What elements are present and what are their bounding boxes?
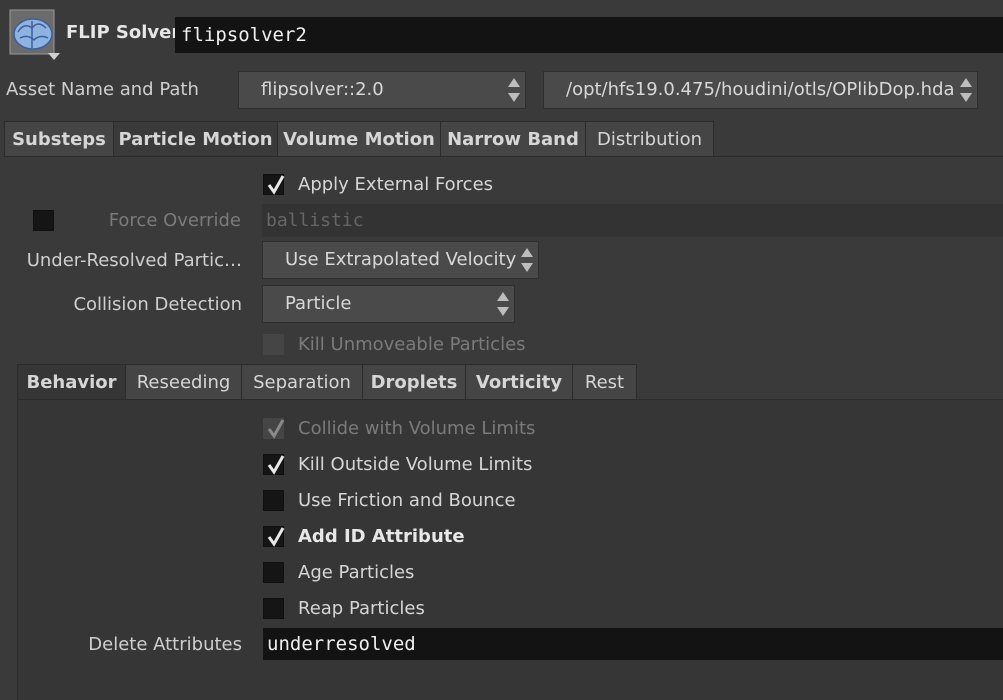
kill-outside-limits-label: Kill Outside Volume Limits [298, 454, 533, 475]
tab-vorticity[interactable]: Vorticity [465, 364, 573, 400]
tab-volume-motion[interactable]: Volume Motion [277, 121, 441, 157]
node-name-field[interactable]: flipsolver2 [175, 17, 1003, 53]
asset-name-dropdown[interactable]: flipsolver::2.0 [238, 71, 526, 109]
updown-arrow-icon [492, 286, 514, 322]
tab-distribution[interactable]: Distribution [585, 121, 714, 157]
brain-icon[interactable] [8, 8, 60, 60]
apply-external-forces-label: Apply External Forces [298, 174, 494, 195]
age-particles-label: Age Particles [298, 562, 415, 583]
asset-path-value: /opt/hfs19.0.475/houdini/otls/OPlibDop.h… [566, 79, 955, 100]
updown-arrow-icon [503, 72, 525, 108]
force-override-label: Force Override [108, 210, 241, 231]
delete-attributes-field[interactable]: underresolved [263, 628, 1003, 660]
collision-detection-dropdown[interactable]: Particle [262, 285, 515, 323]
updown-arrow-icon [955, 72, 977, 108]
collide-volume-limits-label: Collide with Volume Limits [298, 418, 536, 439]
kill-unmoveable-checkbox [263, 334, 284, 355]
kill-unmoveable-label: Kill Unmoveable Particles [298, 334, 526, 355]
tab-substeps[interactable]: Substeps [4, 121, 114, 157]
add-id-attribute-checkbox[interactable] [263, 526, 285, 547]
use-friction-bounce-checkbox[interactable] [263, 490, 284, 511]
age-particles-checkbox[interactable] [263, 562, 284, 583]
use-friction-bounce-label: Use Friction and Bounce [298, 490, 516, 511]
force-override-field: ballistic [262, 204, 1003, 237]
tab-rest[interactable]: Rest [572, 364, 637, 400]
node-header: FLIP Solver flipsolver2 [0, 0, 1003, 66]
collide-volume-limits-checkbox [263, 418, 285, 439]
force-override-toggle[interactable] [33, 210, 54, 231]
asset-name-value: flipsolver::2.0 [261, 79, 384, 100]
tab-separation[interactable]: Separation [241, 364, 363, 400]
under-resolved-value: Use Extrapolated Velocity [285, 249, 517, 270]
reap-particles-label: Reap Particles [298, 598, 425, 619]
main-tab-bar: Substeps Particle Motion Volume Motion N… [4, 121, 1003, 157]
under-resolved-label: Under-Resolved Partic… [26, 250, 242, 271]
tab-reseeding[interactable]: Reseeding [125, 364, 242, 400]
under-resolved-dropdown[interactable]: Use Extrapolated Velocity [262, 241, 539, 279]
tab-narrow-band[interactable]: Narrow Band [440, 121, 586, 157]
apply-external-forces-checkbox[interactable] [263, 174, 285, 195]
add-id-attribute-label: Add ID Attribute [298, 526, 465, 547]
asset-path-dropdown[interactable]: /opt/hfs19.0.475/houdini/otls/OPlibDop.h… [543, 71, 978, 109]
sub-tab-bar: Behavior Reseeding Separation Droplets V… [17, 364, 1003, 400]
kill-outside-limits-checkbox[interactable] [263, 454, 285, 475]
updown-arrow-icon [516, 242, 538, 278]
tab-droplets[interactable]: Droplets [362, 364, 466, 400]
tab-particle-motion[interactable]: Particle Motion [113, 121, 278, 157]
collision-detection-value: Particle [285, 293, 352, 314]
tab-behavior[interactable]: Behavior [17, 364, 126, 400]
reap-particles-checkbox[interactable] [263, 598, 284, 619]
delete-attributes-label: Delete Attributes [88, 634, 242, 655]
collision-detection-label: Collision Detection [73, 294, 242, 315]
node-type-label: FLIP Solver [66, 22, 181, 43]
asset-label: Asset Name and Path [6, 79, 199, 100]
